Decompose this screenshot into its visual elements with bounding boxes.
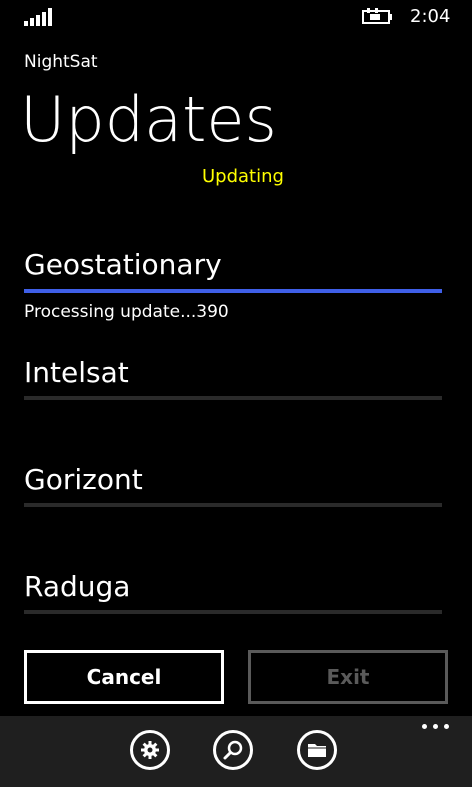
progress-bar bbox=[24, 610, 442, 614]
progress-fill bbox=[24, 289, 442, 293]
more-ellipsis-icon[interactable] bbox=[422, 722, 450, 732]
page-title: Updates bbox=[20, 83, 277, 156]
satellite-item-intelsat[interactable]: Intelsat bbox=[24, 356, 442, 400]
satellite-name: Geostationary bbox=[24, 248, 222, 281]
update-status-text: Updating bbox=[202, 166, 284, 187]
clock: 2:04 bbox=[410, 6, 451, 27]
progress-bar bbox=[24, 289, 442, 293]
folder-icon bbox=[308, 744, 326, 757]
search-button[interactable] bbox=[213, 730, 253, 770]
exit-button[interactable]: Exit bbox=[248, 650, 448, 704]
settings-button[interactable] bbox=[130, 730, 170, 770]
signal-bars-icon bbox=[24, 8, 54, 26]
status-bar: 2:04 bbox=[0, 0, 472, 36]
search-icon bbox=[223, 740, 243, 760]
satellite-name: Intelsat bbox=[24, 356, 129, 389]
battery-charging-icon bbox=[362, 8, 392, 24]
satellite-item-gorizont[interactable]: Gorizont bbox=[24, 463, 442, 507]
progress-bar bbox=[24, 503, 442, 507]
app-bar bbox=[0, 716, 472, 787]
folder-button[interactable] bbox=[297, 730, 337, 770]
cancel-button[interactable]: Cancel bbox=[24, 650, 224, 704]
satellite-detail: Processing update...390 bbox=[24, 302, 229, 322]
satellite-name: Raduga bbox=[24, 570, 131, 603]
app-name: NightSat bbox=[24, 52, 98, 72]
satellite-item-raduga[interactable]: Raduga bbox=[24, 570, 442, 614]
satellite-name: Gorizont bbox=[24, 463, 143, 496]
progress-bar bbox=[24, 396, 442, 400]
satellite-item-geostationary[interactable]: Geostationary Processing update...390 bbox=[24, 248, 442, 322]
settings-icon bbox=[141, 741, 159, 759]
